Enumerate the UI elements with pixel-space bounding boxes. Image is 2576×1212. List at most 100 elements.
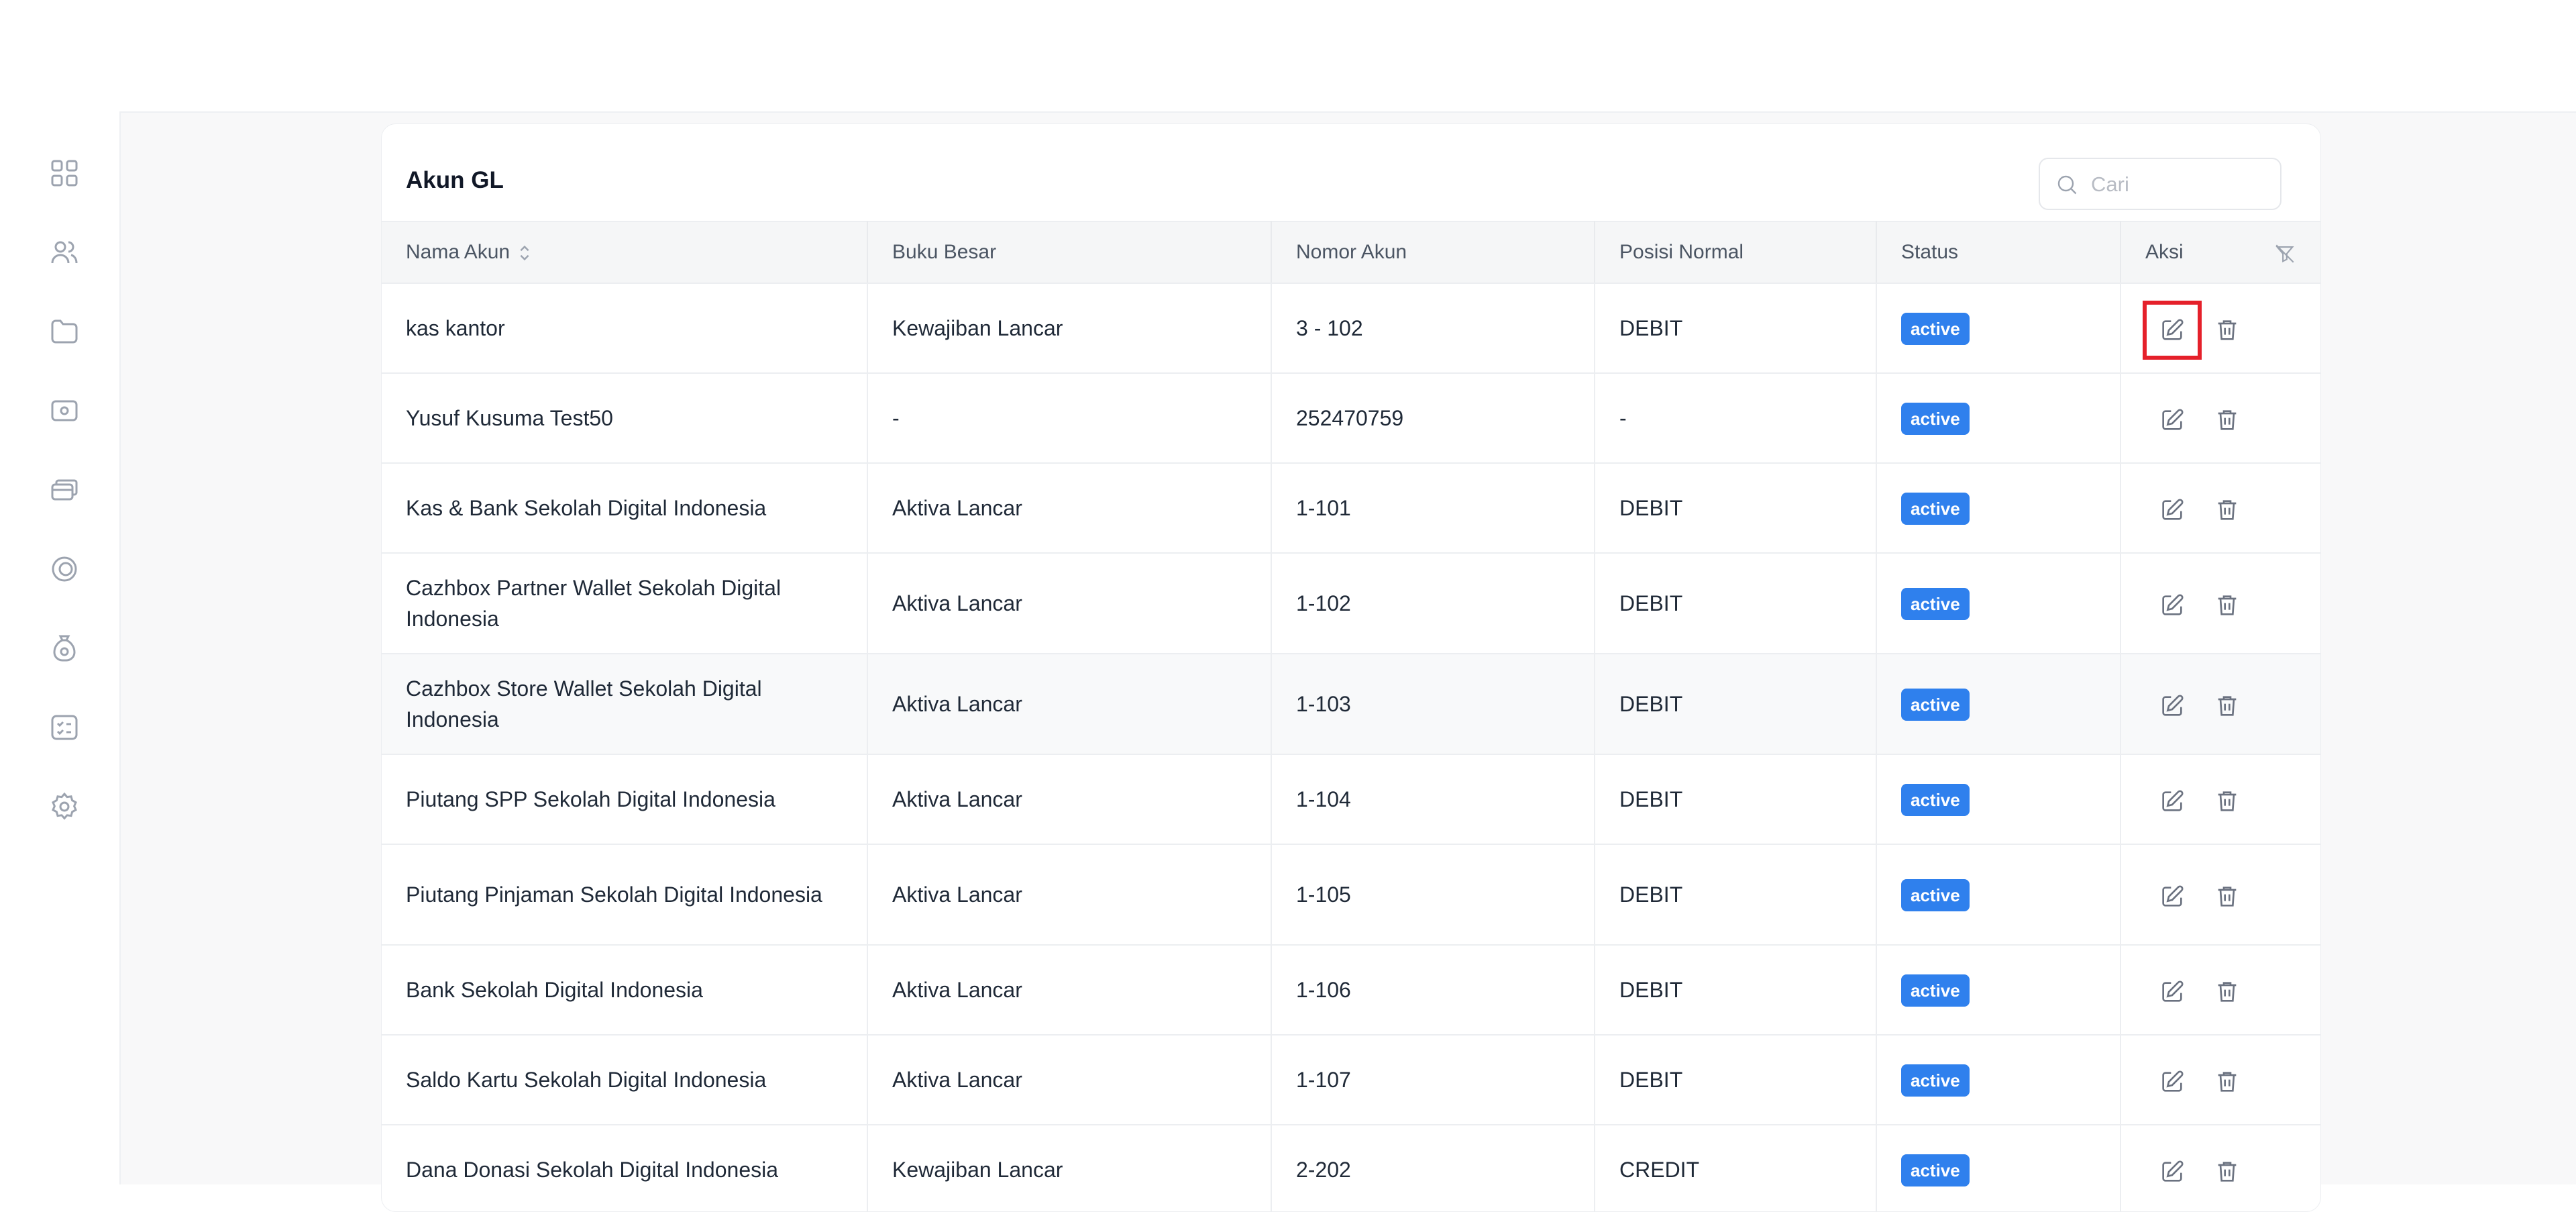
status-badge: active	[1901, 878, 1970, 911]
table-row[interactable]: Cazhbox Partner Wallet Sekolah Digital I…	[382, 553, 2320, 654]
cell-account-number: 3 - 102	[1271, 283, 1595, 374]
table-row[interactable]: kas kantor Kewajiban Lancar 3 - 102 DEBIT ac…	[382, 283, 2320, 374]
edit-icon[interactable]	[2159, 497, 2186, 523]
trash-icon[interactable]	[2214, 883, 2241, 910]
cell-account-number: 1-106	[1271, 945, 1595, 1036]
edit-icon[interactable]	[2159, 1068, 2186, 1095]
cell-normal-position: DEBIT	[1595, 844, 1877, 946]
cell-normal-position: DEBIT	[1595, 283, 1877, 374]
coin-icon[interactable]	[48, 553, 80, 585]
column-label: Buku Besar	[892, 241, 997, 263]
trash-icon[interactable]	[2214, 592, 2241, 619]
trash-icon[interactable]	[2214, 1068, 2241, 1095]
edit-icon[interactable]	[2159, 407, 2186, 434]
cell-ledger: Aktiva Lancar	[867, 1035, 1272, 1125]
search-input[interactable]	[2090, 167, 2273, 202]
trash-icon[interactable]	[2214, 788, 2241, 815]
trash-icon[interactable]	[2214, 317, 2241, 344]
column-header-actions: Aksi	[2121, 221, 2320, 284]
cell-ledger: Aktiva Lancar	[867, 463, 1272, 554]
folder-icon[interactable]	[48, 315, 80, 348]
table-row[interactable]: Cazhbox Store Wallet Sekolah Digital Ind…	[382, 654, 2320, 755]
edit-icon[interactable]	[2159, 1158, 2186, 1185]
cell-status: active	[1876, 1035, 2121, 1125]
trash-icon[interactable]	[2214, 978, 2241, 1005]
cell-status: active	[1876, 1125, 2121, 1211]
cell-status: active	[1876, 553, 2121, 654]
cell-normal-position: DEBIT	[1595, 1035, 1877, 1125]
edit-icon[interactable]	[2159, 592, 2186, 619]
cell-actions	[2121, 844, 2320, 946]
settings-icon[interactable]	[48, 791, 80, 823]
table-row[interactable]: Piutang Pinjaman Sekolah Digital Indones…	[382, 844, 2320, 946]
cell-ledger: Aktiva Lancar	[867, 844, 1272, 946]
search-icon	[2055, 172, 2079, 197]
top-bar	[0, 0, 2576, 113]
gl-accounts-table: Nama Akun Buku Besar Nomor Akun Posisi N…	[382, 221, 2320, 1211]
trash-icon[interactable]	[2214, 407, 2241, 434]
cell-account-name: Cazhbox Store Wallet Sekolah Digital Ind…	[382, 654, 868, 755]
status-badge: active	[1901, 587, 1970, 620]
column-header-account-name[interactable]: Nama Akun	[382, 221, 868, 284]
table-row[interactable]: Dana Donasi Sekolah Digital Indonesia Kew…	[382, 1125, 2320, 1211]
cell-ledger: -	[867, 373, 1272, 464]
table-header-row: Nama Akun Buku Besar Nomor Akun Posisi N…	[382, 221, 2320, 284]
table-row[interactable]: Yusuf Kusuma Test50-252470759- active	[382, 373, 2320, 464]
trash-icon[interactable]	[2214, 693, 2241, 719]
users-icon[interactable]	[48, 236, 80, 268]
edit-icon[interactable]	[2159, 788, 2186, 815]
edit-icon[interactable]	[2143, 300, 2202, 360]
column-label: Status	[1901, 241, 1959, 263]
trash-icon[interactable]	[2214, 1158, 2241, 1185]
status-badge: active	[1901, 1154, 1970, 1186]
cell-status: active	[1876, 844, 2121, 946]
cell-actions	[2121, 283, 2320, 374]
money-bag-icon[interactable]	[48, 632, 80, 664]
cell-account-number: 1-101	[1271, 463, 1595, 554]
cell-actions	[2121, 463, 2320, 554]
table-row[interactable]: Kas & Bank Sekolah Digital Indonesia Akti…	[382, 463, 2320, 554]
gl-accounts-card: Akun GL Nama Akun Buku Besar Nomor Akun	[381, 123, 2321, 1212]
cell-account-name: Piutang Pinjaman Sekolah Digital Indones…	[382, 844, 868, 946]
cell-account-name: Dana Donasi Sekolah Digital Indonesia	[382, 1125, 868, 1211]
edit-icon[interactable]	[2159, 978, 2186, 1005]
wallet-icon[interactable]	[48, 395, 80, 427]
cell-account-number: 252470759	[1271, 373, 1595, 464]
column-label: Nomor Akun	[1296, 241, 1407, 263]
cell-account-number: 1-105	[1271, 844, 1595, 946]
column-header-ledger: Buku Besar	[867, 221, 1272, 284]
trash-icon[interactable]	[2214, 497, 2241, 523]
cell-status: active	[1876, 373, 2121, 464]
table-row[interactable]: Saldo Kartu Sekolah Digital Indonesia Akt…	[382, 1035, 2320, 1125]
cell-actions	[2121, 945, 2320, 1036]
dashboard-grid-icon[interactable]	[48, 157, 80, 189]
cell-account-name: Yusuf Kusuma Test50	[382, 373, 868, 464]
filter-off-icon[interactable]	[2273, 242, 2296, 265]
edit-icon[interactable]	[2159, 693, 2186, 719]
cell-status: active	[1876, 654, 2121, 755]
cell-actions	[2121, 553, 2320, 654]
column-header-status: Status	[1876, 221, 2121, 284]
column-label: Nama Akun	[406, 241, 511, 263]
cell-status: active	[1876, 283, 2121, 374]
cell-status: active	[1876, 754, 2121, 845]
column-label: Aksi	[2145, 241, 2184, 263]
cell-ledger: Aktiva Lancar	[867, 754, 1272, 845]
checklist-icon[interactable]	[48, 711, 80, 744]
cell-normal-position: DEBIT	[1595, 553, 1877, 654]
table-row[interactable]: Bank Sekolah Digital Indonesia Aktiva Lan…	[382, 945, 2320, 1036]
table-row[interactable]: Piutang SPP Sekolah Digital Indonesia Akt…	[382, 754, 2320, 845]
cards-icon[interactable]	[48, 474, 80, 506]
search-box	[2039, 158, 2282, 210]
status-badge: active	[1901, 402, 1970, 435]
cell-ledger: Aktiva Lancar	[867, 654, 1272, 755]
edit-icon[interactable]	[2159, 883, 2186, 910]
cell-normal-position: DEBIT	[1595, 945, 1877, 1036]
cell-ledger: Kewajiban Lancar	[867, 1125, 1272, 1211]
cell-ledger: Kewajiban Lancar	[867, 283, 1272, 374]
cell-ledger: Aktiva Lancar	[867, 945, 1272, 1036]
column-label: Posisi Normal	[1619, 241, 1744, 263]
cell-account-number: 1-107	[1271, 1035, 1595, 1125]
sort-icon[interactable]	[517, 243, 533, 263]
status-badge: active	[1901, 783, 1970, 816]
